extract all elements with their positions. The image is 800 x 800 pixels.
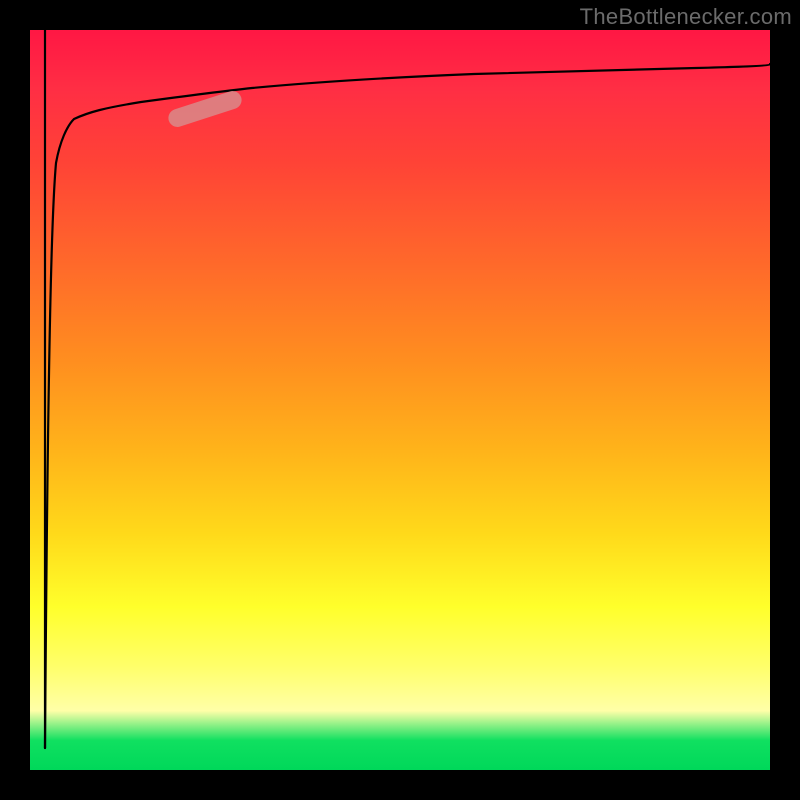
plot-area <box>30 30 770 770</box>
series-curve <box>45 64 770 748</box>
curve-layer <box>30 30 770 770</box>
chart-frame: TheBottlenecker.com <box>0 0 800 800</box>
highlight-segment <box>166 89 244 130</box>
watermark-label: TheBottlenecker.com <box>580 4 792 30</box>
